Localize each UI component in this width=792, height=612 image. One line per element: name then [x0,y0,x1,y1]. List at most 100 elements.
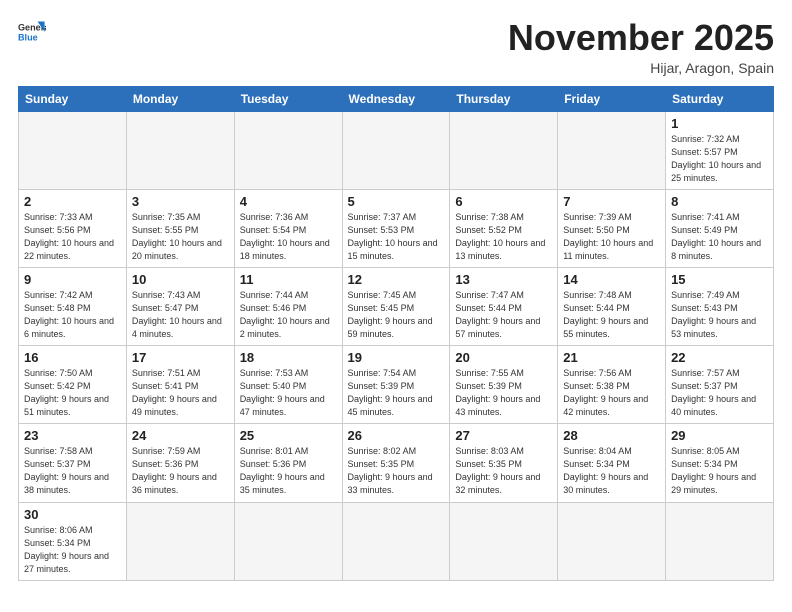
day-number: 15 [671,272,768,287]
calendar-cell: 22 Sunrise: 7:57 AM Sunset: 5:37 PM Dayli… [666,346,774,424]
calendar-cell [450,111,558,189]
logo-icon: General Blue [18,18,46,46]
day-info: Sunrise: 7:45 AM Sunset: 5:45 PM Dayligh… [348,289,445,341]
day-info: Sunrise: 7:59 AM Sunset: 5:36 PM Dayligh… [132,445,229,497]
day-number: 7 [563,194,660,209]
calendar-cell: 11 Sunrise: 7:44 AM Sunset: 5:46 PM Dayli… [234,267,342,345]
calendar-cell: 10 Sunrise: 7:43 AM Sunset: 5:47 PM Dayli… [126,267,234,345]
day-number: 4 [240,194,337,209]
calendar-cell: 1 Sunrise: 7:32 AM Sunset: 5:57 PM Daylig… [666,111,774,189]
calendar-cell [234,502,342,580]
calendar-cell [666,502,774,580]
calendar-cell: 14 Sunrise: 7:48 AM Sunset: 5:44 PM Dayli… [558,267,666,345]
calendar-cell: 12 Sunrise: 7:45 AM Sunset: 5:45 PM Dayli… [342,267,450,345]
calendar-week-row: 2Sunrise: 7:33 AM Sunset: 5:56 PM Daylig… [19,189,774,267]
calendar-cell [558,502,666,580]
calendar-cell [19,111,127,189]
calendar-cell: 16Sunrise: 7:50 AM Sunset: 5:42 PM Dayli… [19,346,127,424]
day-number: 30 [24,507,121,522]
calendar-cell: 17 Sunrise: 7:51 AM Sunset: 5:41 PM Dayli… [126,346,234,424]
day-number: 20 [455,350,552,365]
day-number: 27 [455,428,552,443]
day-number: 13 [455,272,552,287]
day-info: Sunrise: 8:02 AM Sunset: 5:35 PM Dayligh… [348,445,445,497]
svg-text:Blue: Blue [18,32,38,42]
day-info: Sunrise: 7:57 AM Sunset: 5:37 PM Dayligh… [671,367,768,419]
calendar-cell [126,111,234,189]
day-number: 3 [132,194,229,209]
day-info: Sunrise: 7:48 AM Sunset: 5:44 PM Dayligh… [563,289,660,341]
day-info: Sunrise: 7:43 AM Sunset: 5:47 PM Dayligh… [132,289,229,341]
calendar-cell: 4 Sunrise: 7:36 AM Sunset: 5:54 PM Daylig… [234,189,342,267]
calendar-week-row: 23 Sunrise: 7:58 AM Sunset: 5:37 PM Dayli… [19,424,774,502]
calendar-cell: 27Sunrise: 8:03 AM Sunset: 5:35 PM Dayli… [450,424,558,502]
calendar-cell: 15 Sunrise: 7:49 AM Sunset: 5:43 PM Dayli… [666,267,774,345]
header-sunday: Sunday [19,86,127,111]
calendar-cell: 21Sunrise: 7:56 AM Sunset: 5:38 PM Dayli… [558,346,666,424]
header: General Blue November 2025 Hijar, Aragon… [18,18,774,76]
day-number: 25 [240,428,337,443]
calendar-cell: 3 Sunrise: 7:35 AM Sunset: 5:55 PM Daylig… [126,189,234,267]
calendar-cell [126,502,234,580]
calendar-table: Sunday Monday Tuesday Wednesday Thursday… [18,86,774,581]
calendar-cell: 5Sunrise: 7:37 AM Sunset: 5:53 PM Daylig… [342,189,450,267]
day-number: 1 [671,116,768,131]
calendar-cell: 2Sunrise: 7:33 AM Sunset: 5:56 PM Daylig… [19,189,127,267]
day-info: Sunrise: 7:44 AM Sunset: 5:46 PM Dayligh… [240,289,337,341]
day-info: Sunrise: 7:55 AM Sunset: 5:39 PM Dayligh… [455,367,552,419]
calendar-cell: 24Sunrise: 7:59 AM Sunset: 5:36 PM Dayli… [126,424,234,502]
calendar-cell: 18 Sunrise: 7:53 AM Sunset: 5:40 PM Dayli… [234,346,342,424]
day-info: Sunrise: 7:36 AM Sunset: 5:54 PM Dayligh… [240,211,337,263]
header-friday: Friday [558,86,666,111]
header-monday: Monday [126,86,234,111]
day-number: 19 [348,350,445,365]
calendar-cell: 9 Sunrise: 7:42 AM Sunset: 5:48 PM Daylig… [19,267,127,345]
calendar-cell: 23 Sunrise: 7:58 AM Sunset: 5:37 PM Dayli… [19,424,127,502]
day-info: Sunrise: 7:42 AM Sunset: 5:48 PM Dayligh… [24,289,121,341]
day-number: 9 [24,272,121,287]
day-info: Sunrise: 7:32 AM Sunset: 5:57 PM Dayligh… [671,133,768,185]
calendar-cell [234,111,342,189]
header-saturday: Saturday [666,86,774,111]
day-number: 29 [671,428,768,443]
day-info: Sunrise: 7:35 AM Sunset: 5:55 PM Dayligh… [132,211,229,263]
calendar-cell: 29Sunrise: 8:05 AM Sunset: 5:34 PM Dayli… [666,424,774,502]
calendar-week-row: 9 Sunrise: 7:42 AM Sunset: 5:48 PM Daylig… [19,267,774,345]
day-number: 12 [348,272,445,287]
calendar-cell: 28 Sunrise: 8:04 AM Sunset: 5:34 PM Dayli… [558,424,666,502]
calendar-cell: 7Sunrise: 7:39 AM Sunset: 5:50 PM Daylig… [558,189,666,267]
day-info: Sunrise: 7:58 AM Sunset: 5:37 PM Dayligh… [24,445,121,497]
calendar-cell: 20 Sunrise: 7:55 AM Sunset: 5:39 PM Dayli… [450,346,558,424]
days-header-row: Sunday Monday Tuesday Wednesday Thursday… [19,86,774,111]
calendar-week-row: 30 Sunrise: 8:06 AM Sunset: 5:34 PM Dayli… [19,502,774,580]
calendar-cell [450,502,558,580]
calendar-cell [558,111,666,189]
calendar-cell: 13 Sunrise: 7:47 AM Sunset: 5:44 PM Dayli… [450,267,558,345]
day-info: Sunrise: 7:38 AM Sunset: 5:52 PM Dayligh… [455,211,552,263]
day-info: Sunrise: 7:47 AM Sunset: 5:44 PM Dayligh… [455,289,552,341]
calendar-cell: 25 Sunrise: 8:01 AM Sunset: 5:36 PM Dayli… [234,424,342,502]
day-number: 8 [671,194,768,209]
calendar-cell: 6Sunrise: 7:38 AM Sunset: 5:52 PM Daylig… [450,189,558,267]
day-number: 22 [671,350,768,365]
day-number: 14 [563,272,660,287]
day-info: Sunrise: 7:53 AM Sunset: 5:40 PM Dayligh… [240,367,337,419]
logo: General Blue [18,18,46,46]
day-info: Sunrise: 7:51 AM Sunset: 5:41 PM Dayligh… [132,367,229,419]
day-info: Sunrise: 8:04 AM Sunset: 5:34 PM Dayligh… [563,445,660,497]
calendar-cell: 30 Sunrise: 8:06 AM Sunset: 5:34 PM Dayli… [19,502,127,580]
day-number: 18 [240,350,337,365]
day-number: 28 [563,428,660,443]
day-number: 11 [240,272,337,287]
day-info: Sunrise: 8:01 AM Sunset: 5:36 PM Dayligh… [240,445,337,497]
day-number: 17 [132,350,229,365]
day-info: Sunrise: 7:37 AM Sunset: 5:53 PM Dayligh… [348,211,445,263]
header-wednesday: Wednesday [342,86,450,111]
calendar-week-row: 16Sunrise: 7:50 AM Sunset: 5:42 PM Dayli… [19,346,774,424]
day-number: 23 [24,428,121,443]
day-info: Sunrise: 8:06 AM Sunset: 5:34 PM Dayligh… [24,524,121,576]
calendar-cell: 19Sunrise: 7:54 AM Sunset: 5:39 PM Dayli… [342,346,450,424]
day-number: 16 [24,350,121,365]
day-info: Sunrise: 7:49 AM Sunset: 5:43 PM Dayligh… [671,289,768,341]
day-number: 10 [132,272,229,287]
